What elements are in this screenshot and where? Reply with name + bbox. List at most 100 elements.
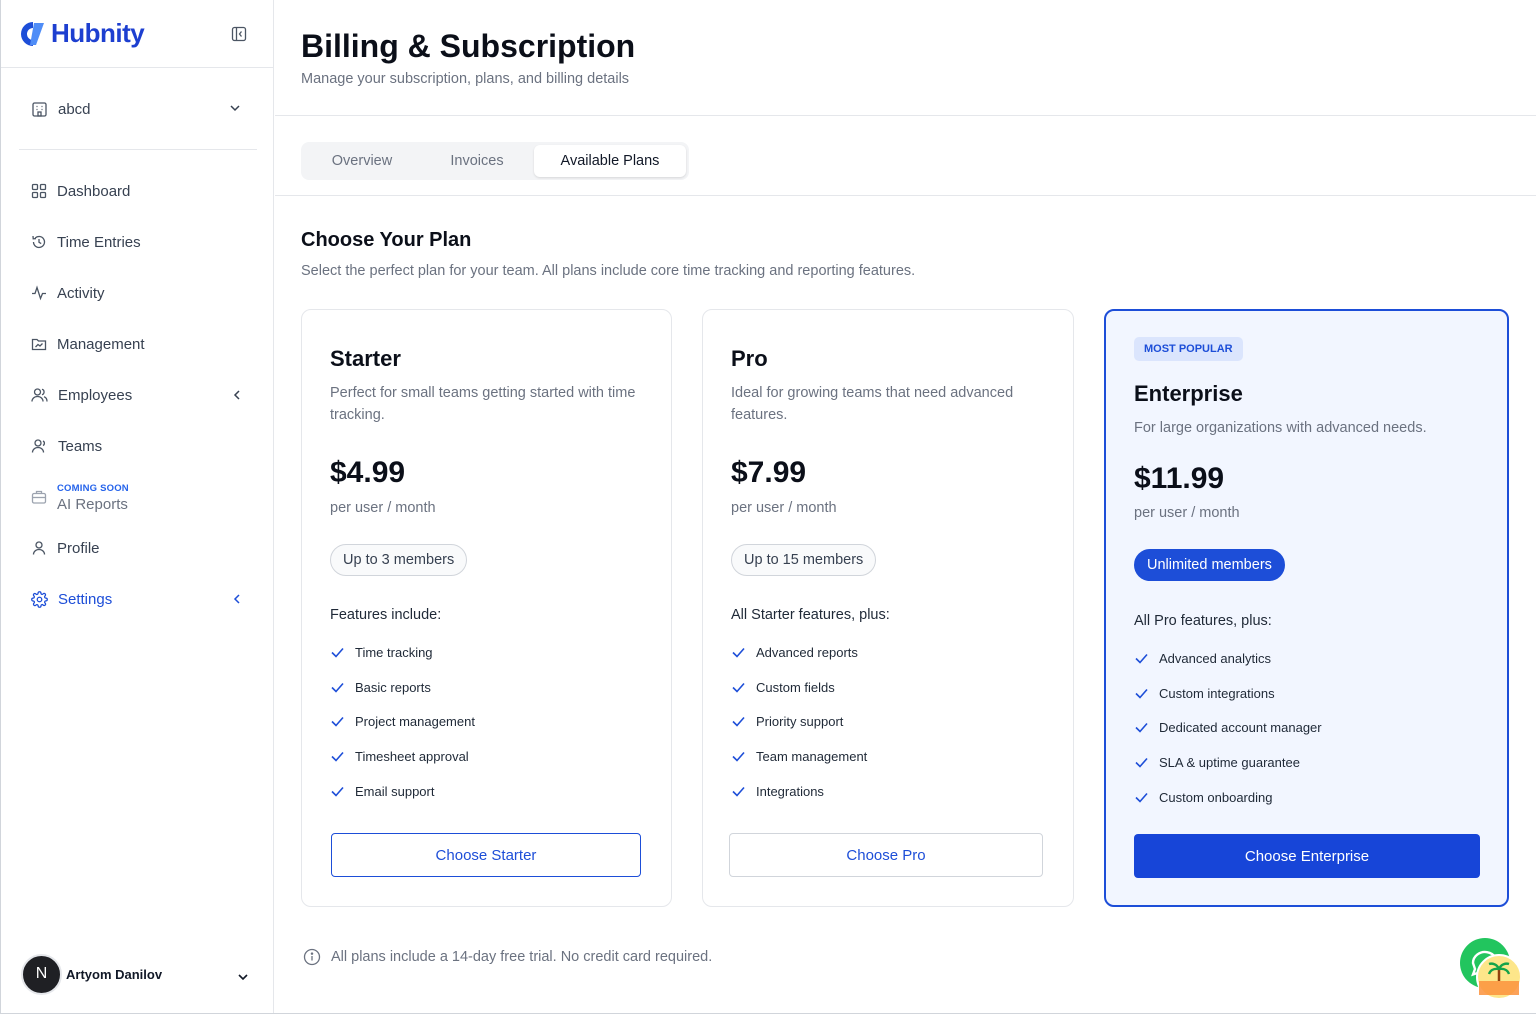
check-icon — [732, 751, 745, 762]
feature-text: Custom integrations — [1159, 685, 1275, 701]
user-group-icon — [31, 439, 45, 453]
check-icon — [331, 682, 344, 693]
list-item: Advanced reports — [731, 635, 867, 670]
list-item: Time tracking — [330, 635, 475, 670]
plan-description: For large organizations with advanced ne… — [1134, 420, 1427, 436]
header-divider — [275, 115, 1536, 116]
sidebar-item-label: Profile — [57, 539, 100, 557]
sidebar-item-dashboard[interactable]: Dashboard — [31, 179, 246, 203]
plan-price: $4.99 — [330, 456, 406, 489]
features-heading: Features include: — [330, 607, 442, 623]
feature-list: Advanced analytics Custom integrations D… — [1134, 641, 1322, 814]
sidebar-item-label: Employees — [58, 386, 133, 404]
brand-logo[interactable]: Hubnity — [19, 18, 145, 49]
check-icon — [1135, 723, 1148, 733]
org-switcher[interactable]: abcd — [31, 96, 246, 122]
list-item: Team management — [731, 739, 867, 774]
feature-text: Email support — [355, 783, 435, 799]
check-icon — [1135, 792, 1148, 803]
app-window: Hubnity abcd Dashboard Time Entries Acti… — [0, 0, 1536, 1014]
feature-text: Priority support — [756, 714, 844, 730]
sidebar-item-label: Settings — [58, 590, 113, 608]
sidebar-item-profile[interactable]: Profile — [31, 536, 246, 560]
tabs-divider — [275, 195, 1536, 196]
check-icon — [331, 647, 344, 658]
check-icon — [732, 682, 745, 693]
sidebar-item-label: Activity — [57, 284, 105, 302]
hubnity-logo-icon — [21, 21, 44, 46]
choose-starter-button[interactable]: Choose Starter — [331, 833, 641, 877]
feature-text: Project management — [355, 714, 475, 730]
list-item: Dedicated account manager — [1134, 710, 1322, 745]
sidebar-collapse-button[interactable] — [230, 25, 248, 43]
user-name: Artyom Danilov — [66, 966, 163, 982]
most-popular-badge: MOST POPULAR — [1134, 337, 1243, 361]
features-heading: All Starter features, plus: — [731, 607, 890, 623]
feature-text: Custom onboarding — [1159, 789, 1273, 805]
tab-available-plans[interactable]: Available Plans — [534, 145, 686, 177]
chevron-left-icon — [233, 594, 240, 604]
tab-overview[interactable]: Overview — [304, 145, 420, 177]
sidebar-item-activity[interactable]: Activity — [31, 281, 246, 305]
plan-description: Ideal for growing teams that need advanc… — [731, 385, 1014, 423]
plan-members-badge: Up to 3 members — [330, 544, 468, 576]
plan-name: Enterprise — [1134, 381, 1243, 406]
list-item: Integrations — [731, 774, 867, 809]
list-item: Custom integrations — [1134, 676, 1322, 711]
chat-launcher-button[interactable] — [1459, 937, 1523, 1001]
features-heading: All Pro features, plus: — [1134, 613, 1272, 629]
feature-text: Advanced analytics — [1159, 650, 1272, 666]
sidebar-item-employees[interactable]: Employees — [31, 383, 246, 407]
feature-text: Team management — [756, 748, 868, 764]
users-icon — [31, 388, 48, 402]
chevron-left-icon — [233, 390, 240, 400]
sidebar-item-teams[interactable]: Teams — [31, 434, 246, 458]
page-subtitle: Manage your subscription, plans, and bil… — [301, 71, 630, 87]
sidebar-item-label: Management — [57, 335, 145, 353]
sidebar-divider — [1, 67, 274, 68]
user-menu[interactable]: N Artyom Danilov — [21, 953, 256, 995]
feature-text: Dedicated account manager — [1159, 720, 1322, 736]
check-icon — [732, 786, 745, 797]
section-title: Choose Your Plan — [301, 229, 472, 251]
feature-text: Custom fields — [756, 679, 835, 695]
sidebar-item-ai-reports: AI Reports — [57, 496, 128, 513]
list-item: Priority support — [731, 704, 867, 739]
check-icon — [1135, 757, 1148, 768]
activity-icon — [32, 285, 46, 301]
sidebar-item-management[interactable]: Management — [31, 332, 246, 356]
choose-enterprise-button[interactable]: Choose Enterprise — [1134, 834, 1480, 878]
feature-list: Time tracking Basic reports Project mana… — [330, 635, 475, 808]
info-icon — [303, 948, 321, 966]
footnote-text: All plans include a 14-day free trial. N… — [331, 949, 713, 965]
list-item: Project management — [330, 704, 475, 739]
building-icon — [32, 101, 47, 117]
list-item: Advanced analytics — [1134, 641, 1322, 676]
section-description: Select the perfect plan for your team. A… — [301, 263, 916, 279]
plan-card-enterprise: MOST POPULAR Enterprise For large organi… — [1104, 309, 1509, 907]
check-icon — [1135, 653, 1148, 664]
sidebar-item-label: Dashboard — [57, 182, 131, 200]
list-item: Basic reports — [330, 670, 475, 705]
plan-period: per user / month — [330, 500, 436, 516]
gear-icon — [31, 590, 48, 608]
check-icon — [1135, 688, 1148, 699]
chevron-down-icon — [230, 105, 240, 112]
coming-soon-badge: COMING SOON — [57, 483, 129, 494]
feature-list: Advanced reports Custom fields Priority … — [731, 635, 867, 808]
sidebar-item-time-entries[interactable]: Time Entries — [31, 230, 246, 254]
page-title: Billing & Subscription — [301, 28, 636, 64]
choose-pro-button[interactable]: Choose Pro — [729, 833, 1043, 877]
list-item: Custom onboarding — [1134, 780, 1322, 815]
plan-price: $11.99 — [1134, 462, 1225, 495]
sidebar-item-settings[interactable]: Settings — [31, 587, 246, 611]
grid-icon — [31, 183, 47, 199]
plan-card-pro: Pro Ideal for growing teams that need ad… — [702, 309, 1074, 907]
check-icon — [331, 717, 344, 727]
org-name: abcd — [58, 100, 91, 118]
plan-price: $7.99 — [731, 456, 807, 489]
tab-invoices[interactable]: Invoices — [420, 145, 534, 177]
history-icon — [32, 235, 46, 249]
chat-icon — [1460, 938, 1522, 1000]
check-icon — [331, 751, 344, 762]
